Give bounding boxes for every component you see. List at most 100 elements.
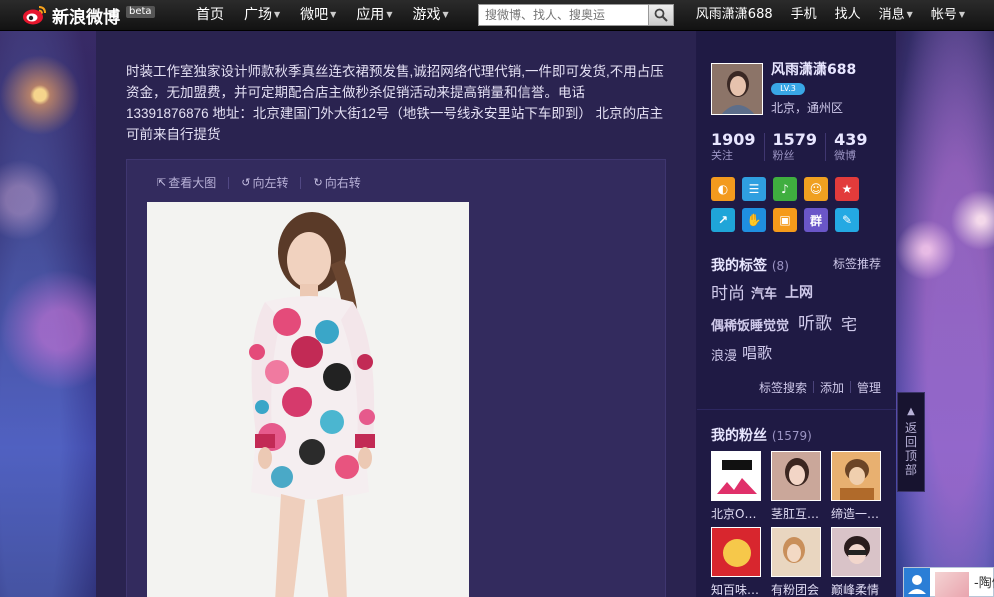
back-to-top-label: 返回顶部 — [904, 421, 917, 477]
avatar[interactable] — [711, 63, 763, 115]
fan-avatar — [831, 451, 881, 501]
weibo-logo[interactable]: 新浪微博 beta — [22, 3, 155, 28]
tag-item[interactable]: 偶稀饭睡觉觉 — [711, 315, 789, 334]
tag-item[interactable]: 唱歌 — [742, 342, 772, 363]
divider — [825, 133, 827, 161]
fan-item[interactable]: 缔造一… — [831, 451, 883, 522]
nav-item-apps[interactable]: 应用 ▼ — [346, 0, 402, 30]
chevron-down-icon: ▼ — [274, 10, 281, 19]
tag-item[interactable]: 上网 — [785, 282, 813, 302]
nav-messages[interactable]: 消息 ▼ — [870, 0, 922, 30]
view-large-button[interactable]: ⇱ 查看大图 — [157, 174, 216, 191]
app-2-icon[interactable]: ☰ — [742, 177, 766, 201]
tag-manage-link[interactable]: 管理 — [857, 379, 881, 396]
app-4-icon[interactable]: ☺ — [804, 177, 828, 201]
search-input[interactable] — [478, 4, 648, 26]
tag-item[interactable]: 宅 — [841, 311, 857, 335]
fan-item[interactable]: 茎肛互… — [771, 451, 823, 522]
right-sidebar: 风雨潇潇688 LV.3 北京，通州区 1909 关注 1579 粉丝 439 … — [697, 31, 896, 597]
count-following[interactable]: 1909 关注 — [711, 131, 756, 163]
fan-avatar — [711, 451, 761, 501]
background-left-decor — [0, 0, 96, 597]
search-icon — [654, 8, 668, 22]
divider — [763, 133, 765, 161]
fan-name: 巅峰柔情 — [831, 583, 880, 597]
top-nav-bar: 新浪微博 beta 首页 广场▼ 微吧▼ 应用▼ 游戏▼ 风雨潇潇688 手机 … — [0, 0, 994, 31]
nav-item-square[interactable]: 广场 ▼ — [234, 0, 290, 30]
fan-item[interactable]: 巅峰柔情 — [831, 527, 883, 597]
app-6-icon[interactable]: ↗ — [711, 208, 735, 232]
back-to-top-button[interactable]: ▲ 返回顶部 — [897, 392, 925, 492]
fan-item[interactable]: 知百味… — [711, 527, 763, 597]
fan-name: 缔造一… — [831, 507, 880, 521]
tag-recommend-link[interactable]: 标签推荐 — [833, 255, 881, 272]
app-9-icon[interactable]: 群 — [804, 208, 828, 232]
rotate-right-icon: ↻ — [313, 176, 323, 189]
divider — [228, 176, 230, 189]
profile-username[interactable]: 风雨潇潇688 — [771, 59, 856, 79]
rotate-right-button[interactable]: ↻ 向右转 — [313, 174, 360, 191]
nav-account[interactable]: 帐号 ▼ — [922, 0, 974, 30]
nav-item-weiba[interactable]: 微吧 ▼ — [290, 0, 346, 30]
tag-search-link[interactable]: 标签搜索 — [759, 379, 807, 396]
weibo-eye-icon — [22, 4, 48, 26]
main-feed: 时装工作室独家设计师款秋季真丝连衣裙预发售,诚招网络代理代销,一件即可发货,不用… — [96, 31, 696, 597]
divider — [812, 381, 814, 393]
nav-mobile[interactable]: 手机 — [782, 0, 826, 30]
media-actions: ⇱ 查看大图 ↺ 向左转 ↻ 向右转 — [157, 174, 361, 191]
app-1-icon[interactable]: ◐ — [711, 177, 735, 201]
section-divider — [697, 409, 896, 410]
profile-counts: 1909 关注 1579 粉丝 439 微博 — [711, 131, 875, 163]
main-nav: 首页 广场 ▼ 微吧 ▼ 应用 ▼ 游戏 ▼ — [186, 0, 459, 30]
tag-item[interactable]: 汽车 — [751, 283, 777, 302]
background-right-decor — [896, 0, 994, 597]
tag-links: 标签搜索 添加 管理 — [759, 379, 881, 396]
tag-item[interactable]: 时尚 — [711, 279, 745, 304]
fan-avatar — [831, 527, 881, 577]
fan-name: 知百味… — [711, 583, 760, 597]
post-photo[interactable] — [147, 202, 469, 597]
app-5-icon[interactable]: ★ — [835, 177, 859, 201]
search-box — [478, 4, 674, 26]
level-badge[interactable]: LV.3 — [771, 83, 805, 95]
tag-item[interactable]: 听歌 — [798, 309, 832, 334]
chevron-down-icon: ▼ — [958, 10, 965, 19]
nav-item-games[interactable]: 游戏 ▼ — [402, 0, 458, 30]
fan-name: 茎肛互… — [771, 507, 820, 521]
fan-avatar — [711, 527, 761, 577]
tag-add-link[interactable]: 添加 — [820, 379, 844, 396]
chevron-down-icon: ▼ — [330, 10, 337, 19]
tag-item[interactable]: 浪漫 — [711, 345, 737, 364]
external-link-icon: ⇱ — [157, 176, 167, 189]
app-10-icon[interactable]: ✎ — [835, 208, 859, 232]
rotate-left-button[interactable]: ↺ 向左转 — [241, 174, 288, 191]
tags-title: 我的标签 (8) — [711, 258, 789, 274]
post-media-box: ⇱ 查看大图 ↺ 向左转 ↻ 向右转 — [126, 159, 666, 597]
popup-text: -陶傲 — [974, 576, 994, 591]
fan-item[interactable]: 有粉团会 — [771, 527, 823, 597]
user-icon — [904, 568, 930, 597]
count-posts[interactable]: 439 微博 — [834, 131, 867, 163]
beta-badge: beta — [126, 6, 155, 18]
fan-avatar — [771, 527, 821, 577]
search-button[interactable] — [648, 4, 674, 26]
app-7-icon[interactable]: ✋ — [742, 208, 766, 232]
chat-popup[interactable]: -陶傲 — [903, 567, 994, 597]
fan-avatar — [771, 451, 821, 501]
user-nav: 风雨潇潇688 手机 找人 消息 ▼ 帐号 ▼ — [687, 0, 974, 30]
popup-thumbnail — [935, 572, 969, 597]
nav-username[interactable]: 风雨潇潇688 — [687, 0, 782, 30]
model-dress-image — [147, 202, 469, 597]
fan-item[interactable]: 北京O… — [711, 451, 763, 522]
count-followers[interactable]: 1579 粉丝 — [773, 131, 818, 163]
divider — [849, 381, 851, 393]
nav-item-home[interactable]: 首页 — [186, 0, 234, 30]
app-3-icon[interactable]: ♪ — [773, 177, 797, 201]
post-text: 时装工作室独家设计师款秋季真丝连衣裙预发售,诚招网络代理代销,一件即可发货,不用… — [126, 64, 664, 142]
nav-find-people[interactable]: 找人 — [826, 0, 870, 30]
app-8-icon[interactable]: ▣ — [773, 208, 797, 232]
fans-title: 我的粉丝 (1579) — [711, 428, 812, 444]
chevron-down-icon: ▼ — [906, 10, 913, 19]
fan-name: 北京O… — [711, 507, 757, 521]
chevron-down-icon: ▼ — [386, 10, 393, 19]
